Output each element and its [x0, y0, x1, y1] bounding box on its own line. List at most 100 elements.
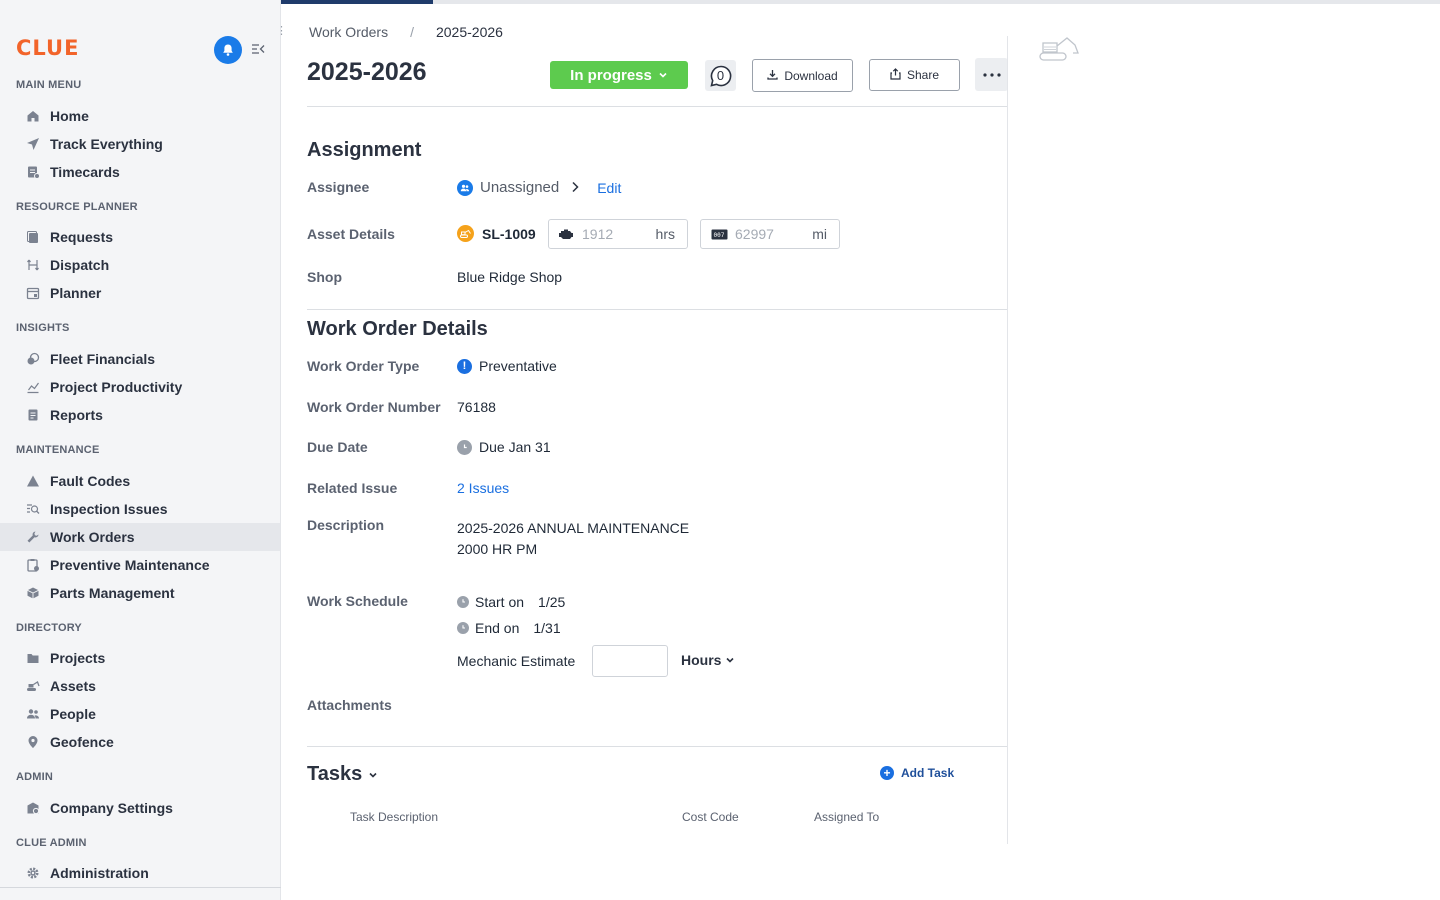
excavator-icon	[26, 679, 40, 693]
sidebar-item-parts-management[interactable]: Parts Management	[0, 579, 280, 607]
sidebar-item-home[interactable]: Home	[0, 102, 280, 130]
breadcrumb: Work Orders / 2025-2026	[309, 24, 503, 40]
clue-logo[interactable]: CLUE	[16, 36, 79, 60]
more-options-button[interactable]	[975, 58, 1008, 91]
equipment-placeholder-icon	[1038, 33, 1082, 63]
estimate-unit-dropdown[interactable]: Hours	[681, 652, 735, 668]
sidebar-item-assets[interactable]: Assets	[0, 672, 280, 700]
svg-text:007: 007	[714, 231, 725, 238]
sidebar-item-company-settings[interactable]: Company Settings	[0, 794, 280, 822]
ellipsis-icon	[982, 72, 1001, 77]
sidebar-item-label: Geofence	[50, 734, 114, 750]
sidebar-item-fault-codes[interactable]: Fault Codes	[0, 467, 280, 495]
estimate-unit-label: Hours	[681, 652, 722, 668]
chevron-down-icon	[658, 67, 668, 84]
sidebar-item-administration[interactable]: Administration	[0, 859, 280, 887]
sidebar-item-label: Dispatch	[50, 257, 110, 273]
chevron-down-icon	[368, 763, 378, 786]
description-line-1: 2025-2026 ANNUAL MAINTENANCE	[457, 520, 690, 536]
sidebar-item-label: Inspection Issues	[50, 501, 168, 517]
description-label: Description	[307, 517, 385, 533]
requests-icon	[26, 230, 40, 244]
sidebar-item-timecards[interactable]: Timecards	[0, 158, 280, 186]
sidebar-item-label: Assets	[50, 678, 96, 694]
asset-id[interactable]: SL-1009	[482, 226, 536, 242]
sidebar-item-label: Fault Codes	[50, 473, 131, 489]
comments-button[interactable]: 0	[705, 60, 736, 91]
navigation-arrow-icon	[26, 137, 40, 151]
sidebar-item-people[interactable]: People	[0, 700, 280, 728]
breadcrumb-current: 2025-2026	[435, 24, 503, 40]
work-order-number-label: Work Order Number	[307, 399, 441, 415]
location-pin-icon	[26, 735, 40, 749]
sidebar-item-projects[interactable]: Projects	[0, 644, 280, 672]
column-task-description[interactable]: Task Description	[350, 810, 438, 824]
edit-assignee-link[interactable]: Edit	[597, 180, 621, 196]
schedule-end[interactable]: End on 1/31	[457, 620, 561, 636]
sidebar-item-label: Work Orders	[50, 529, 135, 545]
odometer-placeholder: 62997	[735, 226, 774, 242]
sidebar-item-project-productivity[interactable]: Project Productivity	[0, 373, 280, 401]
sidebar-item-requests[interactable]: Requests	[0, 223, 280, 251]
sidebar-item-label: Company Settings	[50, 800, 173, 816]
work-order-type-value[interactable]: ! Preventative	[457, 358, 557, 374]
download-label: Download	[784, 68, 838, 83]
assignment-divider	[307, 309, 1007, 310]
box-icon	[26, 586, 40, 600]
mechanic-estimate-input[interactable]	[592, 645, 668, 677]
related-issues-link[interactable]: 2 Issues	[457, 480, 509, 496]
assignee-label: Assignee	[307, 179, 370, 195]
collapse-sidebar-icon[interactable]	[251, 42, 265, 56]
section-main-menu: MAIN MENU	[16, 79, 82, 91]
column-assigned-to[interactable]: Assigned To	[814, 810, 879, 824]
sidebar-item-work-orders[interactable]: Work Orders	[0, 523, 280, 551]
timecard-icon	[26, 165, 40, 179]
sidebar-item-dispatch[interactable]: Dispatch	[0, 251, 280, 279]
share-button[interactable]: Share	[869, 59, 960, 91]
odometer-field[interactable]: 007 62997 mi	[700, 219, 840, 249]
sidebar-item-geofence[interactable]: Geofence	[0, 728, 280, 756]
work-order-number-value: 76188	[457, 399, 496, 415]
people-icon	[26, 707, 40, 721]
schedule-start[interactable]: Start on 1/25	[457, 594, 565, 610]
odometer-unit: mi	[812, 226, 827, 242]
attachments-label: Attachments	[307, 697, 392, 713]
sidebar-item-preventive-maintenance[interactable]: Preventive Maintenance	[0, 551, 280, 579]
add-task-button[interactable]: + Add Task	[880, 766, 954, 780]
sidebar-item-label: Parts Management	[50, 585, 175, 601]
status-dropdown-button[interactable]: In progress	[550, 61, 688, 89]
sidebar-item-track-everything[interactable]: Track Everything	[0, 130, 280, 158]
share-icon	[890, 67, 901, 83]
tasks-toggle[interactable]: Tasks	[307, 763, 378, 786]
inspection-icon	[26, 502, 40, 516]
sidebar-item-planner[interactable]: Planner	[0, 279, 280, 307]
column-cost-code[interactable]: Cost Code	[682, 810, 739, 824]
work-order-type-text: Preventative	[479, 358, 557, 374]
shop-label: Shop	[307, 269, 342, 285]
sidebar-item-label: Requests	[50, 229, 114, 245]
section-insights: INSIGHTS	[16, 322, 70, 334]
work-order-type-label: Work Order Type	[307, 358, 420, 374]
description-value[interactable]: 2025-2026 ANNUAL MAINTENANCE 2000 HR PM	[457, 518, 689, 560]
work-schedule-label: Work Schedule	[307, 593, 408, 609]
due-date-value[interactable]: Due Jan 31	[457, 439, 551, 455]
description-line-2: 2000 HR PM	[457, 541, 538, 557]
breadcrumb-work-orders[interactable]: Work Orders	[309, 24, 388, 40]
start-label: Start on	[475, 594, 525, 610]
download-button[interactable]: Download	[752, 59, 853, 92]
chevron-right-icon[interactable]	[571, 180, 579, 196]
sidebar-item-fleet-financials[interactable]: Fleet Financials	[0, 345, 280, 373]
sidebar-item-reports[interactable]: Reports	[0, 401, 280, 429]
asset-details-value: SL-1009	[457, 225, 536, 242]
section-maintenance: MAINTENANCE	[16, 444, 100, 456]
user-group-icon	[457, 179, 473, 196]
sidebar-item-inspection-issues[interactable]: Inspection Issues	[0, 495, 280, 523]
engine-hours-field[interactable]: 1912 hrs	[548, 219, 688, 249]
section-resource-planner: RESOURCE PLANNER	[16, 201, 138, 213]
notifications-bell-icon[interactable]	[214, 36, 242, 64]
start-clock-icon	[457, 596, 469, 608]
assignee-name[interactable]: Unassigned	[480, 179, 559, 196]
sidebar-item-label: Track Everything	[50, 136, 163, 152]
status-label: In progress	[570, 66, 652, 84]
panel-resize-handle[interactable]: ⋮	[276, 24, 287, 42]
